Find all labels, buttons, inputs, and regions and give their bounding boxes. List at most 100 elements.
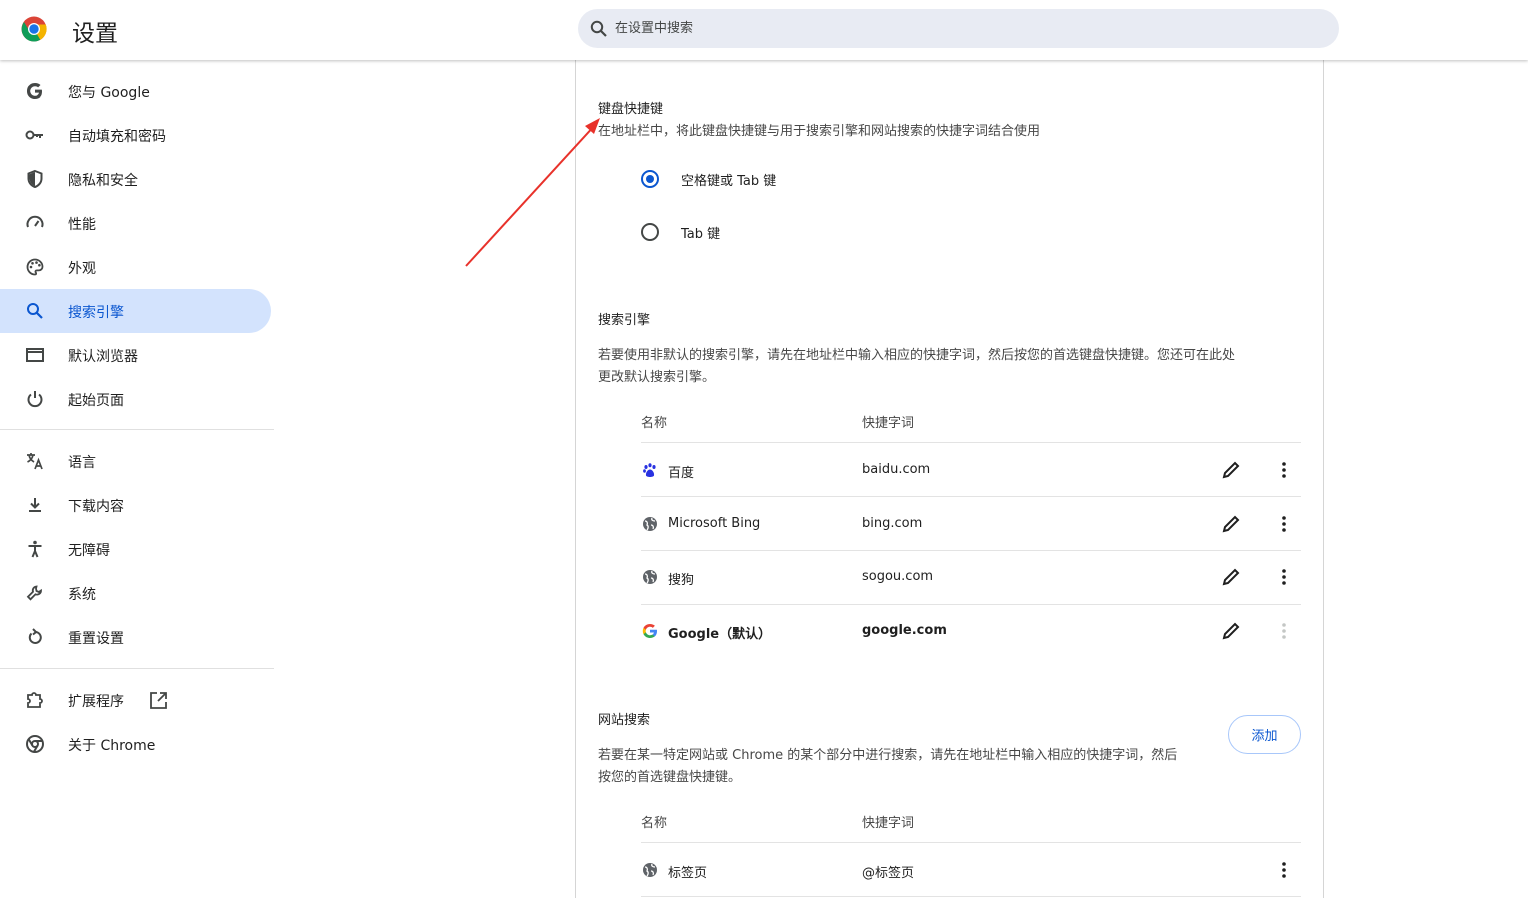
sidebar-item-accessibility[interactable]: 无障碍 [0, 527, 271, 571]
row-divider [641, 604, 1301, 605]
sidebar-item-reset[interactable]: 重置设置 [0, 615, 271, 659]
column-header-name: 名称 [641, 816, 668, 831]
sidebar-item-default-browser[interactable]: 默认浏览器 [0, 333, 271, 377]
site-search-description: 按您的首选键盘快捷键。 [598, 770, 742, 785]
sidebar-item-label: 您与 Google [68, 85, 150, 101]
engine-keyword: bing.com [862, 516, 923, 531]
more-vert-icon[interactable] [1272, 565, 1296, 589]
settings-search[interactable] [578, 9, 1339, 48]
engine-name: Microsoft Bing [668, 516, 761, 531]
radio-label: Tab 键 [681, 227, 721, 242]
row-divider [641, 550, 1301, 551]
key-icon [25, 130, 43, 140]
engine-name: 搜狗 [668, 573, 695, 588]
sidebar-item-languages[interactable]: 语言 [0, 439, 271, 483]
baidu-paw-icon [643, 463, 656, 477]
engine-name: 百度 [668, 466, 695, 481]
sidebar-item-label: 系统 [68, 587, 96, 603]
power-icon [27, 391, 43, 408]
sidebar-item-extensions[interactable]: 扩展程序 [0, 678, 271, 722]
sidebar-item-autofill[interactable]: 自动填充和密码 [0, 113, 271, 157]
sidebar-item-about-chrome[interactable]: 关于 Chrome [0, 722, 271, 766]
engine-keyword: sogou.com [862, 569, 934, 584]
radio-label: 空格键或 Tab 键 [681, 174, 777, 189]
engine-keyword: baidu.com [862, 462, 931, 477]
row-divider [641, 896, 1301, 897]
sidebar-divider [0, 429, 274, 430]
reset-icon [28, 628, 42, 644]
sidebar-item-label: 关于 Chrome [68, 738, 156, 754]
sidebar-item-label: 搜索引擎 [68, 305, 124, 321]
sidebar-item-downloads[interactable]: 下载内容 [0, 483, 271, 527]
row-divider [641, 442, 1301, 443]
sidebar: 您与 Google 自动填充和密码 隐私和安全 性能 外观 搜索引擎 默认浏览器… [0, 60, 274, 898]
sidebar-item-system[interactable]: 系统 [0, 571, 271, 615]
sidebar-item-appearance[interactable]: 外观 [0, 245, 271, 289]
sidebar-item-label: 隐私和安全 [68, 173, 138, 189]
globe-icon [643, 570, 657, 584]
globe-icon [643, 517, 657, 531]
engine-keyword: google.com [862, 623, 947, 638]
sidebar-divider [0, 668, 274, 669]
top-bar: 设置 [0, 0, 1528, 60]
shortcut-title: 键盘快捷键 [598, 102, 664, 117]
sidebar-item-label: 下载内容 [68, 499, 124, 515]
edit-pencil-icon[interactable] [1219, 619, 1243, 643]
more-vert-icon[interactable] [1272, 858, 1296, 882]
sidebar-item-label: 外观 [68, 261, 96, 277]
sidebar-item-privacy[interactable]: 隐私和安全 [0, 157, 271, 201]
wrench-icon [26, 585, 42, 601]
globe-icon [643, 863, 657, 877]
column-header-keyword: 快捷字词 [862, 816, 915, 831]
google-g-icon [642, 624, 657, 638]
shortcut-description: 在地址栏中，将此键盘快捷键与用于搜索引擎和网站搜索的快捷字词结合使用 [598, 124, 1041, 139]
search-input[interactable] [615, 17, 1305, 39]
translate-icon [27, 453, 43, 470]
site-search-title: 网站搜索 [598, 713, 651, 728]
shield-icon [27, 169, 43, 189]
download-icon [29, 498, 41, 512]
radio-space-or-tab[interactable] [641, 170, 659, 188]
page-title: 设置 [72, 21, 118, 47]
sidebar-item-label: 自动填充和密码 [68, 129, 166, 145]
add-site-search-button[interactable]: 添加 [1228, 715, 1301, 754]
google-g-icon [27, 83, 42, 99]
sidebar-item-label: 语言 [68, 455, 96, 471]
sidebar-item-startup[interactable]: 起始页面 [0, 377, 271, 421]
search-icon [590, 20, 607, 37]
radio-tab[interactable] [641, 223, 659, 241]
edit-pencil-icon[interactable] [1219, 512, 1243, 536]
site-search-keyword: @标签页 [862, 866, 915, 881]
chrome-icon [26, 735, 44, 753]
sidebar-item-label: 起始页面 [68, 393, 124, 409]
sidebar-item-label: 扩展程序 [68, 694, 124, 710]
more-vert-icon[interactable] [1272, 458, 1296, 482]
browser-window-icon [26, 348, 44, 362]
speedometer-icon [26, 215, 44, 228]
column-header-keyword: 快捷字词 [862, 416, 915, 431]
sidebar-item-label: 无障碍 [68, 543, 110, 559]
edit-pencil-icon[interactable] [1219, 565, 1243, 589]
engines-description: 若要使用非默认的搜索引擎，请先在地址栏中输入相应的快捷字词，然后按您的首选键盘快… [598, 348, 1236, 363]
open-in-new-icon [150, 692, 167, 709]
sidebar-item-label: 性能 [68, 217, 96, 233]
palette-icon [26, 258, 44, 276]
sidebar-item-label: 默认浏览器 [68, 349, 138, 365]
sidebar-item-label: 重置设置 [68, 631, 124, 647]
edit-pencil-icon[interactable] [1219, 458, 1243, 482]
column-header-name: 名称 [641, 416, 668, 431]
sidebar-item-search-engine[interactable]: 搜索引擎 [0, 289, 271, 333]
site-search-description: 若要在某一特定网站或 Chrome 的某个部分中进行搜索，请先在地址栏中输入相应… [598, 748, 1178, 763]
sidebar-item-performance[interactable]: 性能 [0, 201, 271, 245]
search-icon [27, 303, 43, 319]
more-vert-icon-disabled [1282, 623, 1286, 639]
engines-description: 更改默认搜索引擎。 [598, 370, 716, 385]
more-vert-icon[interactable] [1272, 512, 1296, 536]
puzzle-icon [27, 692, 43, 708]
chrome-logo-icon [21, 16, 47, 42]
site-search-name: 标签页 [668, 866, 708, 881]
sidebar-item-you-and-google[interactable]: 您与 Google [0, 69, 271, 113]
accessibility-icon [28, 540, 42, 558]
row-divider [641, 496, 1301, 497]
row-divider [641, 842, 1301, 843]
